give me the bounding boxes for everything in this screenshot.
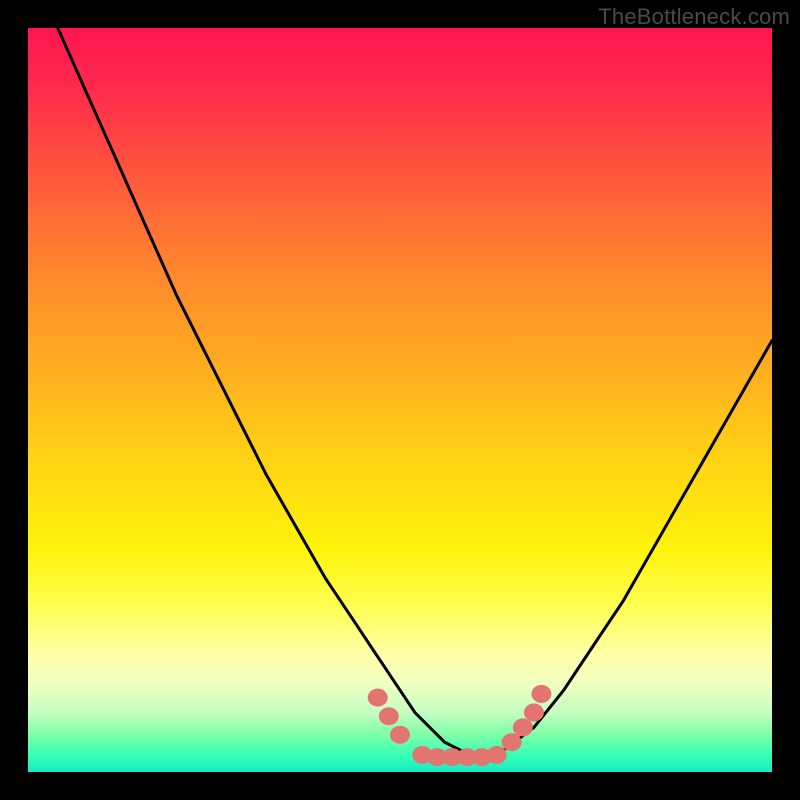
curve-marker xyxy=(368,689,388,707)
plot-area xyxy=(28,28,772,772)
watermark-text: TheBottleneck.com xyxy=(598,4,790,30)
curve-marker xyxy=(487,746,507,764)
curve-markers xyxy=(368,685,552,766)
curve-marker xyxy=(531,685,551,703)
chart-frame: TheBottleneck.com xyxy=(0,0,800,800)
curve-marker xyxy=(524,704,544,722)
curve-marker xyxy=(513,718,533,736)
bottleneck-curve xyxy=(58,28,772,757)
bottleneck-curve-svg xyxy=(28,28,772,772)
curve-marker xyxy=(390,726,410,744)
curve-marker xyxy=(379,707,399,725)
curve-marker xyxy=(502,733,522,751)
